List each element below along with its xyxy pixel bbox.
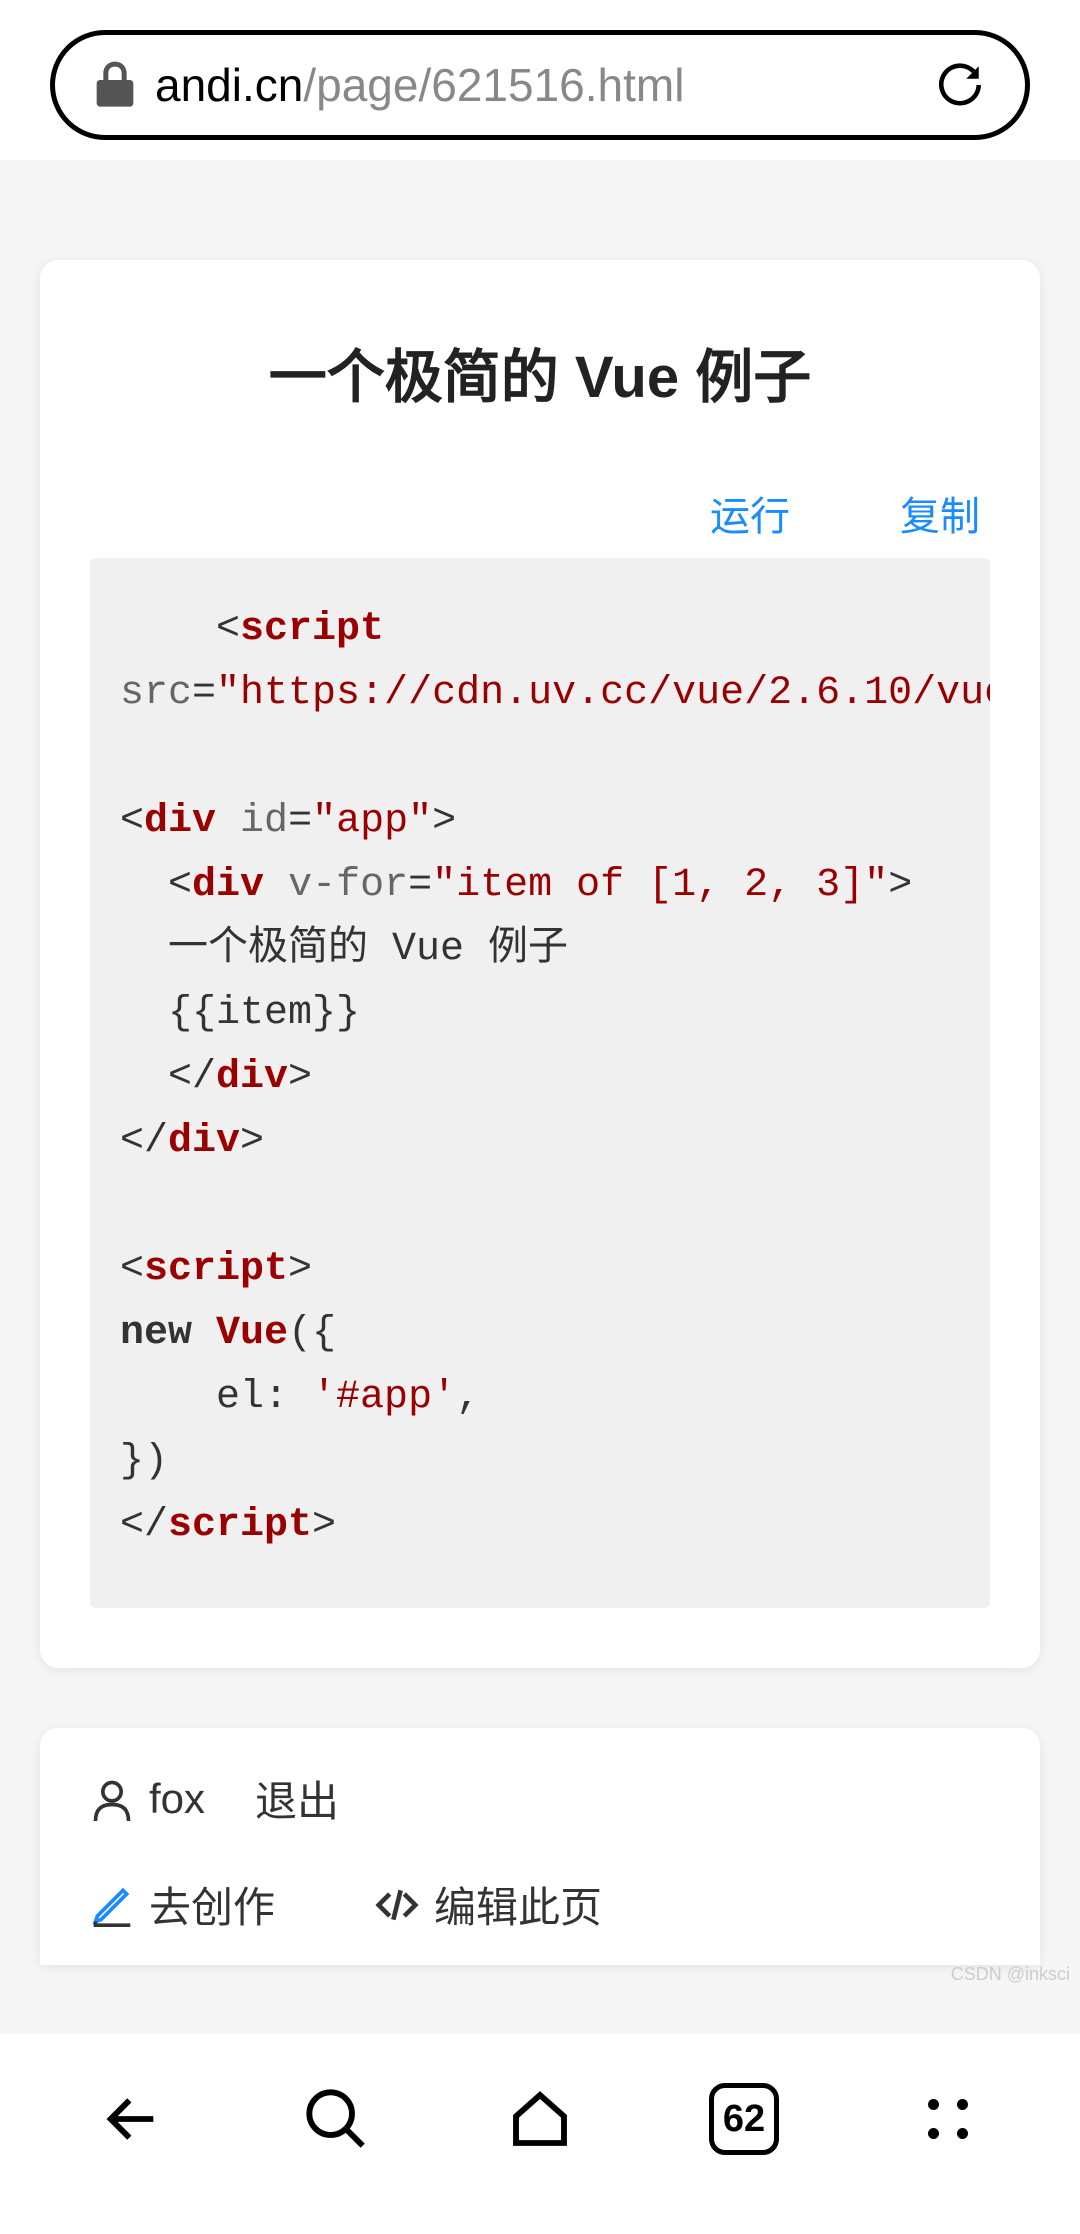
menu-button[interactable] [913, 2084, 983, 2154]
url-path: /page/621516.html [303, 59, 684, 111]
refresh-icon[interactable] [935, 60, 985, 110]
article-card: 一个极简的 Vue 例子 运行 复制 <script src="https://… [40, 260, 1040, 1668]
run-button[interactable]: 运行 [710, 484, 790, 542]
create-button[interactable]: 去创作 [90, 1874, 275, 1935]
code-token: Vue [216, 1311, 288, 1356]
code-block: <script src="https://cdn.uv.cc/vue/2.6.1… [90, 558, 990, 1608]
code-token: {{item}} [168, 991, 360, 1036]
home-button[interactable] [505, 2084, 575, 2154]
code-token: div [168, 1119, 240, 1164]
code-token: new [120, 1311, 192, 1356]
code-token: id [240, 799, 288, 844]
bottom-nav: 62 [0, 2034, 1080, 2234]
page-content: 一个极简的 Vue 例子 运行 复制 <script src="https://… [0, 160, 1080, 2034]
code-token: "app" [312, 799, 432, 844]
code-token: el: [216, 1375, 288, 1420]
footer-card: fox 退出 去创作 编辑此页 [40, 1728, 1040, 1965]
logout-button[interactable]: 退出 [255, 1768, 339, 1829]
edit-page-button[interactable]: 编辑此页 [375, 1874, 602, 1935]
user-icon [90, 1777, 134, 1821]
search-button[interactable] [301, 2084, 371, 2154]
code-token: "item of [1, 2, 3]" [432, 863, 888, 908]
code-token: "https://cdn.uv.cc/vue/2.6.10/vue.min.js… [216, 671, 990, 716]
code-token: div [216, 1055, 288, 1100]
code-token: 一个极简的 Vue 例子 [168, 927, 568, 972]
code-token: div [144, 799, 216, 844]
username: fox [149, 1775, 205, 1823]
user-info[interactable]: fox [90, 1775, 205, 1823]
back-button[interactable] [97, 2084, 167, 2154]
address-bar[interactable]: andi.cn/page/621516.html [50, 30, 1030, 140]
code-actions: 运行 复制 [90, 484, 990, 542]
menu-dots-icon [918, 2089, 978, 2149]
tabs-button[interactable]: 62 [709, 2084, 779, 2154]
watermark: CSDN @inksci [951, 1964, 1070, 1985]
url-host: andi.cn [155, 59, 303, 111]
code-icon [375, 1883, 419, 1927]
pen-icon [90, 1883, 134, 1927]
create-label: 去创作 [149, 1874, 275, 1935]
code-token: v-for [288, 863, 408, 908]
copy-button[interactable]: 复制 [900, 484, 980, 542]
code-token: script [144, 1247, 288, 1292]
code-token: src [120, 671, 192, 716]
article-title: 一个极简的 Vue 例子 [90, 330, 990, 414]
lock-icon [95, 61, 135, 109]
edit-label: 编辑此页 [434, 1874, 602, 1935]
code-token: div [192, 863, 264, 908]
tab-count: 62 [709, 2083, 779, 2155]
code-token: '#app' [312, 1375, 456, 1420]
url-text: andi.cn/page/621516.html [155, 58, 915, 112]
code-token: script [168, 1503, 312, 1548]
code-token: script [240, 607, 384, 652]
